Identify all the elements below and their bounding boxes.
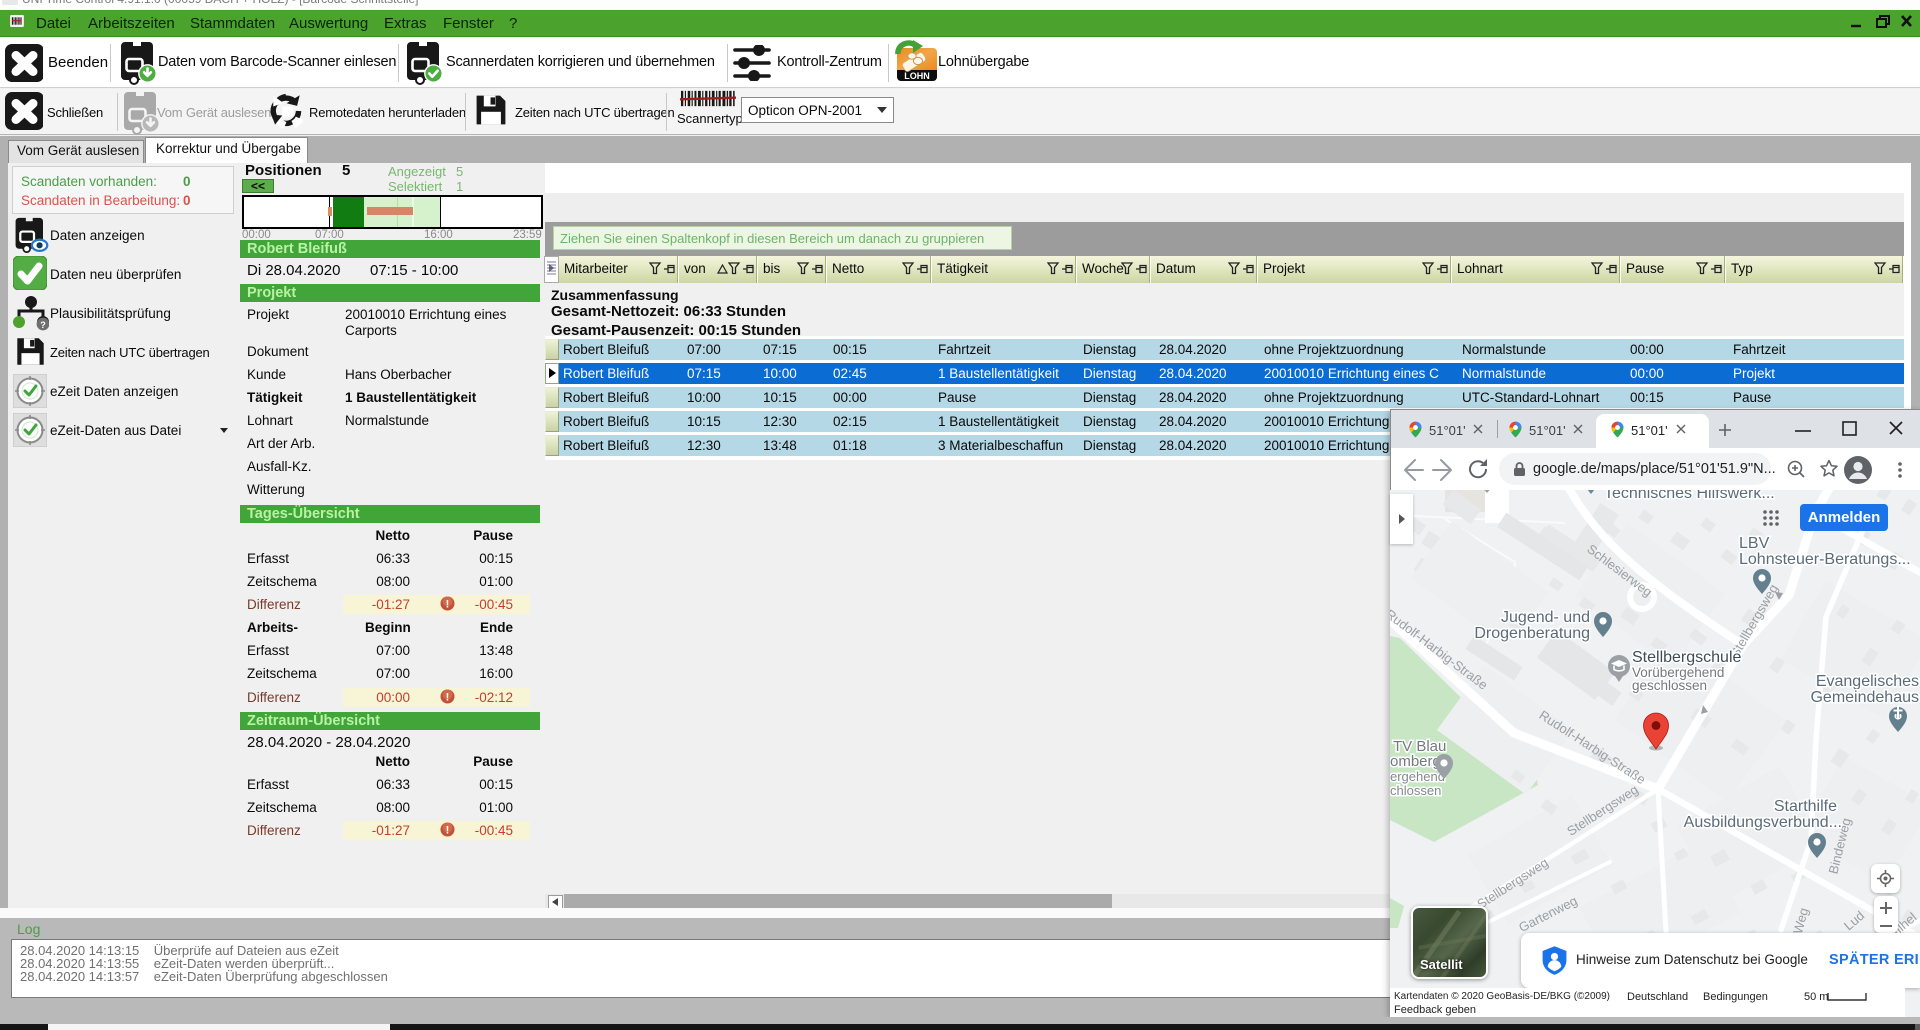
svg-text:omberg: omberg xyxy=(1390,753,1441,770)
svg-text:Gemeindehaus: Gemeindehaus xyxy=(1810,689,1919,706)
svg-text:LOHN: LOHN xyxy=(904,71,930,81)
svg-text:Starthilfe: Starthilfe xyxy=(1774,798,1837,815)
svg-text:ergehend: ergehend xyxy=(1390,769,1445,784)
svg-text:!: ! xyxy=(446,692,450,704)
svg-text:Lohnsteuer-Beratungs...: Lohnsteuer-Beratungs... xyxy=(1739,551,1911,568)
svg-text:?: ? xyxy=(40,320,46,330)
svg-text:chlossen: chlossen xyxy=(1390,783,1441,798)
svg-text:Drogenberatung: Drogenberatung xyxy=(1474,625,1590,642)
svg-text:Ausbildungsverbund...: Ausbildungsverbund... xyxy=(1684,814,1842,831)
svg-text:Technisches Hilfswerk...: Technisches Hilfswerk... xyxy=(1604,490,1775,502)
svg-text:Evangelisches: Evangelisches xyxy=(1816,673,1919,690)
svg-text:Stellbergschule: Stellbergschule xyxy=(1632,649,1742,666)
svg-text:!: ! xyxy=(446,599,450,611)
svg-text:LBV: LBV xyxy=(1739,535,1770,552)
svg-text:Jugend- und: Jugend- und xyxy=(1501,609,1590,626)
svg-text:geschlossen: geschlossen xyxy=(1632,678,1707,693)
svg-text:!: ! xyxy=(446,825,450,837)
